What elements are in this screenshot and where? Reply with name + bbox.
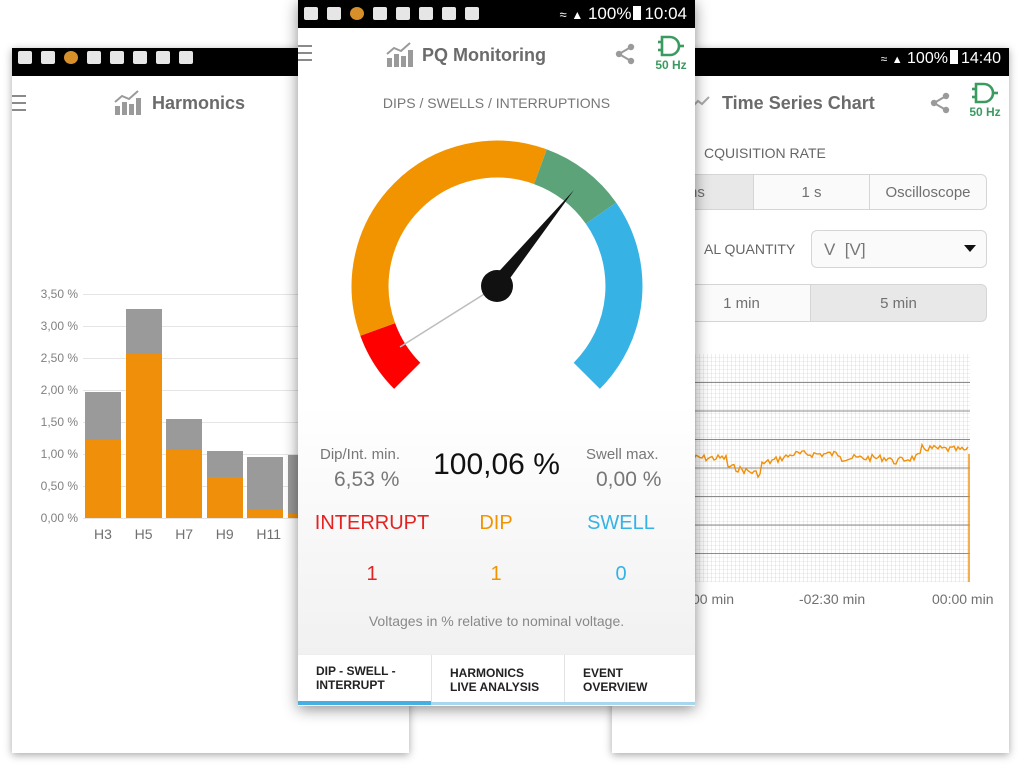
x-tick-label: H5 xyxy=(134,526,153,542)
y-tick-label: 1,50 % xyxy=(40,415,78,429)
page-title: Time Series Chart xyxy=(722,93,875,113)
bar-value xyxy=(85,439,121,518)
tab-harmonics-live-analysis[interactable]: HARMONICS LIVE ANALYSIS xyxy=(431,655,564,705)
message-icon xyxy=(304,7,318,20)
y-tick-label: 0,00 % xyxy=(40,511,78,525)
min-marker-line xyxy=(399,285,498,348)
page-title: PQ Monitoring xyxy=(422,45,546,65)
pq-monitoring-screen: ≈ ▲ 100% 10:04 PQ Monitoring 50 Hz DIPS /… xyxy=(298,0,695,706)
bottom-tabs: DIP - SWELL - INTERRUPT HARMONICS LIVE ANA… xyxy=(298,654,695,705)
wifi-icon xyxy=(156,51,170,64)
bar-value xyxy=(247,509,284,518)
bar-value xyxy=(166,449,203,518)
x-tick-3: 00:00 min xyxy=(932,591,994,607)
y-tick-label: 0,50 % xyxy=(40,479,78,493)
tab-event-overview[interactable]: EVENT OVERVIEW xyxy=(564,655,695,705)
plug-icon xyxy=(658,35,684,57)
bar-value xyxy=(125,353,162,518)
chevron-down-icon xyxy=(964,245,976,252)
mail-icon xyxy=(41,51,55,64)
download-icon xyxy=(110,51,124,64)
y-tick-label: 3,00 % xyxy=(40,319,78,333)
swell-max-label: Swell max. xyxy=(586,446,659,463)
message-icon xyxy=(18,51,32,64)
x-tick-label: H9 xyxy=(215,526,234,542)
twitter-icon xyxy=(133,51,147,64)
wifi-icon: ≈ xyxy=(880,52,888,66)
time-series-plot xyxy=(692,354,970,582)
tab-strip-bottom xyxy=(431,702,695,705)
counter-label-swell: SWELL xyxy=(587,512,655,534)
gauge-segment-interrupt xyxy=(360,322,421,389)
current-voltage: 100,06 % xyxy=(433,448,560,481)
dip-min-value: 6,53 % xyxy=(334,468,400,491)
plug-icon xyxy=(972,82,998,104)
footnote: Voltages in % relative to nominal voltag… xyxy=(368,613,625,629)
rate-option-oscilloscope[interactable]: Oscilloscope xyxy=(869,174,987,210)
battery-icon xyxy=(949,50,958,64)
share-icon[interactable] xyxy=(928,91,952,115)
window-option-5min[interactable]: 5 min xyxy=(810,284,987,322)
quantity-label: AL QUANTITY xyxy=(704,241,796,257)
frequency-indicator: 50 Hz xyxy=(962,82,1008,119)
section-subtitle: DIPS / SWELLS / INTERRUPTIONS xyxy=(382,95,611,111)
x-tick-label: H3 xyxy=(94,526,112,542)
voltage-gauge xyxy=(351,140,643,389)
counter-value-dip: 1 xyxy=(490,563,502,585)
y-tick-label: 2,50 % xyxy=(40,351,78,365)
notification-icon xyxy=(373,7,387,20)
counter-value-interrupt: 1 xyxy=(366,563,378,585)
bar-value xyxy=(206,477,243,518)
gauge-segment-swell xyxy=(573,202,643,389)
x-tick-label: H11 xyxy=(256,526,282,542)
x-tick-2: -02:30 min xyxy=(799,591,866,607)
frequency-indicator: 50 Hz xyxy=(648,35,694,72)
calendar-icon xyxy=(442,7,456,20)
quantity-dropdown[interactable]: V [V] xyxy=(811,230,987,268)
menu-icon[interactable] xyxy=(298,45,312,66)
y-tick-label: 1,00 % xyxy=(40,447,78,461)
dip-min-label: Dip/Int. min. xyxy=(320,446,401,463)
quantity-value: V [V] xyxy=(824,240,866,259)
image-icon xyxy=(327,7,341,20)
status-right: ≈ ▲ 100% 14:40 xyxy=(881,50,1001,68)
y-tick-label: 3,50 % xyxy=(40,287,78,301)
status-bar: ≈ ▲ 100% 10:04 xyxy=(298,0,695,28)
battery-percent: 100% xyxy=(907,50,948,67)
share-icon[interactable] xyxy=(613,42,637,66)
tab-dip-swell-interrupt[interactable]: DIP - SWELL - INTERRUPT xyxy=(298,655,431,705)
gauge-hub xyxy=(481,270,513,302)
calendar-icon xyxy=(419,7,433,20)
wifi-icon: ≈ xyxy=(559,7,567,22)
x-tick-label: H7 xyxy=(175,526,194,542)
counter-value-swell: 0 xyxy=(615,563,627,585)
notification-icon xyxy=(396,7,410,20)
battery-percent: 100% xyxy=(587,4,632,23)
y-tick-label: 2,00 % xyxy=(40,383,78,397)
gmail-icon xyxy=(179,51,193,64)
chart-logo-icon xyxy=(114,90,141,115)
rate-option-1s[interactable]: 1 s xyxy=(753,174,870,210)
clipboard-icon xyxy=(465,7,479,20)
battery-icon xyxy=(633,6,642,20)
x-tick-1: 00 min xyxy=(692,591,735,607)
status-right: ≈ ▲ 100% 10:04 xyxy=(559,4,687,24)
clock: 14:40 xyxy=(960,50,1001,67)
acquisition-rate-label: CQUISITION RATE xyxy=(704,145,826,161)
notification-icons xyxy=(304,7,479,20)
gauge-segment-normal xyxy=(533,149,617,225)
notification-icon xyxy=(87,51,101,64)
app-icon xyxy=(350,7,364,20)
signal-icon: ▲ xyxy=(891,54,903,66)
clock: 10:04 xyxy=(644,4,687,23)
swell-max-value: 0,00 % xyxy=(596,468,662,491)
notification-icons xyxy=(18,51,193,64)
menu-icon[interactable] xyxy=(12,95,26,116)
signal-icon: ▲ xyxy=(571,8,584,22)
gauge-segment-dip xyxy=(351,140,547,336)
app-icon xyxy=(64,51,78,64)
page-title: Harmonics xyxy=(152,93,246,113)
chart-logo-icon xyxy=(386,42,413,67)
